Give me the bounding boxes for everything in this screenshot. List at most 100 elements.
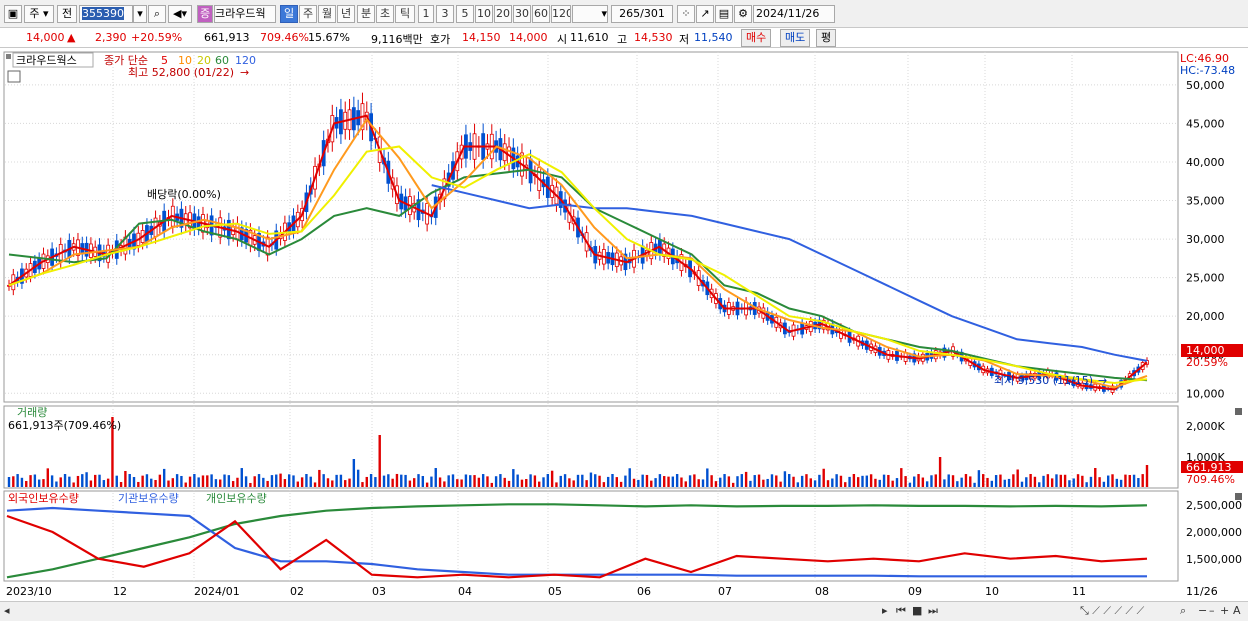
volume-bar	[430, 476, 433, 487]
holding-tick-1500000: 1,500,000	[1186, 553, 1242, 566]
save-icon[interactable]: ▤	[715, 5, 733, 23]
minute-30[interactable]: 30	[513, 5, 531, 23]
turnover: 15.67%	[308, 31, 350, 44]
scroll-bar[interactable]: ◂ ▸ ⏮ ■ ⏭ ⤡ ⟋ ⟋ ⟋ ⟋ ⟋ ⌕ − – + A	[0, 601, 1248, 621]
volume-bar	[731, 482, 735, 487]
volume-bar	[98, 474, 101, 487]
legend-foreign: 외국인보유수량	[8, 492, 79, 505]
holding-panel-close-icon[interactable]	[1235, 493, 1242, 500]
layout-icon[interactable]: ▣	[4, 5, 22, 23]
volume-bar	[1050, 478, 1054, 487]
minute-3[interactable]: 3	[436, 5, 454, 23]
volume-bar	[697, 479, 700, 487]
date-input[interactable]: 2024/11/26	[753, 5, 835, 23]
minute-20[interactable]: 20	[494, 5, 512, 23]
volume-bar	[1020, 481, 1024, 487]
volume-bar	[451, 474, 455, 487]
legend-institution: 기관보유수량	[118, 492, 179, 505]
volume-bar	[223, 474, 226, 487]
minute-10[interactable]: 10	[475, 5, 493, 23]
volume-panel-close-icon[interactable]	[1235, 408, 1242, 415]
volume-bar	[770, 474, 774, 487]
volume-bar	[882, 474, 886, 487]
type-select[interactable]: 주 ▾	[24, 5, 54, 23]
minute-60[interactable]: 60	[532, 5, 550, 23]
volume-bar	[981, 474, 985, 487]
holding-tick-2000000: 2,000,000	[1186, 526, 1242, 539]
minute-5[interactable]: 5	[456, 5, 474, 23]
volume-bar	[861, 475, 864, 487]
volume-bar	[326, 478, 330, 487]
price-tick-label: 50,000	[1186, 79, 1225, 92]
volume-bar	[1107, 475, 1110, 487]
period-month[interactable]: 월	[318, 5, 336, 23]
grid-icon[interactable]: ⁘	[677, 5, 695, 23]
volume-bar	[287, 474, 291, 487]
count-display[interactable]: 265/301	[611, 5, 673, 23]
dividend-annotation: 배당락(0.00%)	[147, 188, 221, 201]
volume-bar	[951, 475, 955, 487]
scroll-right-icon[interactable]: ▸	[882, 604, 888, 617]
search-icon[interactable]: ⌕	[148, 5, 166, 23]
buy-button[interactable]: 매수	[741, 29, 772, 47]
panel-handle-icon[interactable]	[6, 54, 11, 59]
volume-bar	[822, 468, 825, 487]
period-minute[interactable]: 분	[357, 5, 375, 23]
volume-bar	[680, 477, 683, 487]
volume-bar	[1128, 474, 1131, 487]
drawing-tools-icon[interactable]: ⤡ ⟋ ⟋ ⟋ ⟋ ⟋	[1080, 604, 1144, 618]
volume-bar	[572, 480, 575, 487]
volume-bar	[783, 471, 787, 487]
table-icon[interactable]	[7, 70, 21, 83]
volume-bar	[150, 478, 153, 487]
volume-bar	[887, 474, 890, 487]
dash-icon[interactable]: –	[1209, 604, 1215, 617]
sound-icon[interactable]: ◀▾	[168, 5, 192, 23]
scroll-left-icon[interactable]: ◂	[4, 604, 10, 617]
volume-bar	[714, 481, 718, 487]
volume-bar	[637, 479, 640, 487]
draw-icon[interactable]: ↗	[696, 5, 714, 23]
volume-bar	[1098, 477, 1101, 487]
period-tick[interactable]: 틱	[395, 5, 415, 23]
minus-icon[interactable]: −	[1198, 604, 1207, 617]
volume-bar	[68, 476, 71, 487]
period-day[interactable]: 일	[280, 5, 298, 23]
custom-period-input[interactable]: ▾	[572, 5, 608, 23]
period-week[interactable]: 주	[299, 5, 317, 23]
volume-bar	[162, 468, 166, 487]
volume-bar	[50, 475, 54, 487]
volume-bar	[891, 480, 894, 487]
stock-chart[interactable]: 50,000 45,000 40,000 35,000 30,000 25,000 20,0…	[0, 50, 1248, 602]
volume-bar	[132, 477, 136, 487]
volume-bar	[464, 474, 468, 487]
volume-bar	[1141, 474, 1144, 487]
avg-button[interactable]: 평	[816, 29, 837, 47]
plus-icon[interactable]: +	[1220, 604, 1229, 617]
volume-bar	[1016, 469, 1019, 487]
sell-button[interactable]: 매도	[780, 29, 811, 47]
high-annotation: 최고 52,800 (01/22)	[128, 66, 234, 79]
minute-1[interactable]: 1	[418, 5, 434, 23]
volume-bar	[736, 476, 739, 487]
zoom-icon[interactable]: ⌕	[1180, 604, 1186, 618]
code-value: 355390	[82, 7, 124, 20]
minute-120[interactable]: 120	[551, 5, 571, 23]
volume-bar	[210, 474, 213, 487]
gear-icon[interactable]: ⚙	[734, 5, 752, 23]
volume-bar	[507, 480, 511, 487]
stop-icon[interactable]: ■	[912, 604, 922, 617]
volume-bar	[456, 479, 459, 487]
volume-bar	[300, 477, 304, 487]
prev-button[interactable]: 전	[57, 5, 77, 23]
first-page-icon[interactable]: ⏮	[896, 604, 906, 618]
price-tick-label: 40,000	[1186, 156, 1225, 169]
code-input[interactable]: 355390	[79, 5, 133, 23]
font-size-icon[interactable]: A	[1233, 604, 1241, 617]
last-page-icon[interactable]: ⏭	[928, 604, 938, 618]
code-dropdown-icon[interactable]: ▾	[133, 5, 147, 23]
volume-bar	[796, 482, 800, 487]
period-year[interactable]: 년	[337, 5, 355, 23]
period-second[interactable]: 초	[376, 5, 394, 23]
volume-bar	[563, 474, 567, 487]
